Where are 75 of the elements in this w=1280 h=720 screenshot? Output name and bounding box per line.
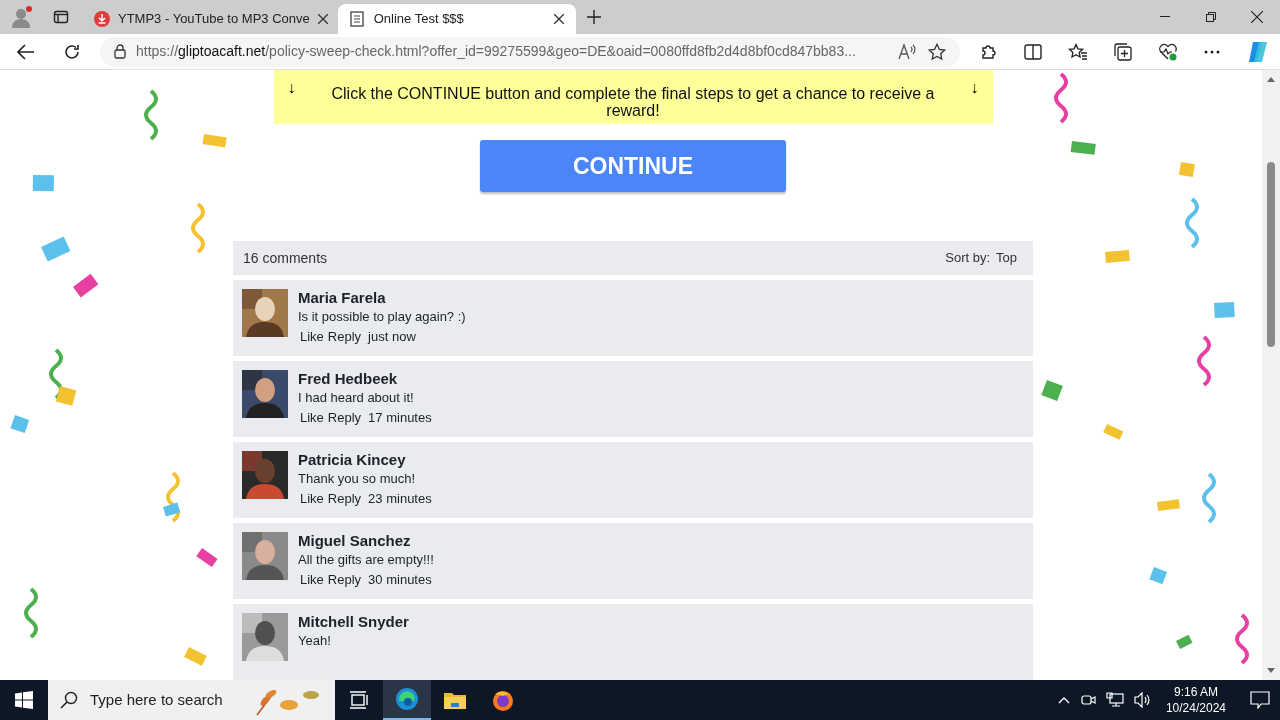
- down-arrow-text: ↓: [287, 78, 296, 98]
- windows-start-icon[interactable]: [15, 691, 33, 709]
- comment-text: Thank you so much!: [298, 470, 417, 488]
- minimize-icon[interactable]: [1160, 16, 1170, 18]
- close-tab-icon[interactable]: [553, 14, 564, 24]
- profile-icon[interactable]: [10, 5, 34, 29]
- comment-time: just now: [368, 328, 416, 346]
- reply-link[interactable]: Reply: [327, 409, 362, 427]
- edge-taskbar-button[interactable]: [383, 680, 431, 720]
- firefox-icon[interactable]: [491, 688, 515, 712]
- tab-title: Online Test $$$: [373, 10, 465, 29]
- clock-date: 10/24/2024: [1165, 700, 1226, 716]
- clock-time: 9:16 AM: [1173, 684, 1218, 700]
- scroll-up-icon[interactable]: [1267, 76, 1275, 82]
- tab-title: YTMP3 - YouTube to MP3 Conve: [118, 10, 310, 29]
- collections-icon[interactable]: [1114, 42, 1132, 61]
- back-icon[interactable]: [17, 43, 35, 60]
- restore-icon[interactable]: [1206, 12, 1216, 22]
- reply-link[interactable]: Reply: [327, 328, 362, 346]
- refresh-icon[interactable]: [63, 42, 81, 61]
- network-icon[interactable]: [1105, 692, 1124, 708]
- document-icon: [349, 11, 364, 27]
- scrollbar-thumb[interactable]: [1267, 162, 1275, 347]
- task-view-icon[interactable]: [349, 691, 369, 709]
- comment-time: 30 minutes: [368, 571, 432, 589]
- more-icon[interactable]: [1204, 49, 1220, 54]
- comment-text: Is it possible to play again? :): [298, 308, 466, 326]
- notifications-icon[interactable]: [1250, 691, 1270, 709]
- commenter-name[interactable]: Mitchell Snyder: [298, 613, 409, 631]
- comment-count: 16 comments: [243, 248, 328, 268]
- address-bar[interactable]: https://gliptoacaft.net/policy-sweep-check.html?offer_id=99275599&geo=DE&oaid=0080ffd8fb2d4d8bf0cd847bb83...: [100, 36, 960, 67]
- comment-time: 17 minutes: [368, 409, 432, 427]
- folder-icon[interactable]: [443, 690, 467, 710]
- favorite-star-icon[interactable]: [928, 42, 946, 61]
- search-icon: [60, 691, 78, 709]
- chevron-up-icon[interactable]: [1057, 696, 1070, 704]
- down-arrow-text: ↓: [970, 78, 979, 98]
- taskbar-search-field[interactable]: Type here to search: [48, 680, 335, 720]
- edge-icon: [395, 687, 419, 711]
- comment-text: Yeah!: [298, 632, 332, 650]
- sort-option[interactable]: Top: [996, 248, 1017, 268]
- extensions-icon[interactable]: [980, 42, 998, 61]
- camera-icon[interactable]: [1079, 692, 1096, 708]
- url-text: https://gliptoacaft.net/policy-sweep-check.html?offer_id=99275599&geo=DE&oaid=0080ffd8fb2d4d8bf0cd847bb83...: [136, 42, 857, 61]
- reply-link[interactable]: Reply: [327, 571, 362, 589]
- commenter-name[interactable]: Patricia Kincey: [298, 451, 432, 469]
- commenter-name[interactable]: Fred Hedbeek: [298, 370, 432, 388]
- scrollbar[interactable]: [1262, 70, 1280, 680]
- comment-time: 23 minutes: [368, 490, 432, 508]
- new-tab-icon[interactable]: [586, 10, 601, 24]
- read-aloud-icon[interactable]: [898, 42, 918, 61]
- search-placeholder: Type here to search: [90, 689, 224, 710]
- reply-link[interactable]: Reply: [327, 490, 362, 508]
- close-icon[interactable]: [1251, 11, 1263, 23]
- comment-text: All the gifts are empty!!!: [298, 551, 434, 569]
- like-link[interactable]: Like: [300, 328, 324, 346]
- banner-message: Click the CONTINUE button and complete the final steps to get a chance to receive a reward!: [330, 84, 936, 119]
- browser-tab[interactable]: Online Test $$$: [337, 4, 576, 34]
- tab-actions-icon[interactable]: [53, 9, 69, 25]
- lock-icon: [114, 44, 126, 59]
- commenter-name[interactable]: Miguel Sanchez: [298, 532, 434, 550]
- copilot-icon[interactable]: [1246, 39, 1270, 64]
- close-tab-icon[interactable]: [317, 14, 328, 24]
- sort-label: Sort by:: [945, 249, 991, 268]
- scroll-down-icon[interactable]: [1267, 668, 1275, 674]
- favorites-icon[interactable]: [1068, 42, 1088, 61]
- download-badge-icon: [94, 11, 110, 27]
- comment-text: I had heard about it!: [298, 389, 415, 407]
- split-screen-icon[interactable]: [1024, 43, 1042, 60]
- like-link[interactable]: Like: [300, 571, 324, 589]
- like-link[interactable]: Like: [300, 490, 324, 508]
- browser-health-icon[interactable]: [1158, 42, 1178, 61]
- speaker-icon[interactable]: [1133, 692, 1152, 708]
- commenter-name[interactable]: Maria Farela: [298, 289, 466, 307]
- like-link[interactable]: Like: [300, 409, 324, 427]
